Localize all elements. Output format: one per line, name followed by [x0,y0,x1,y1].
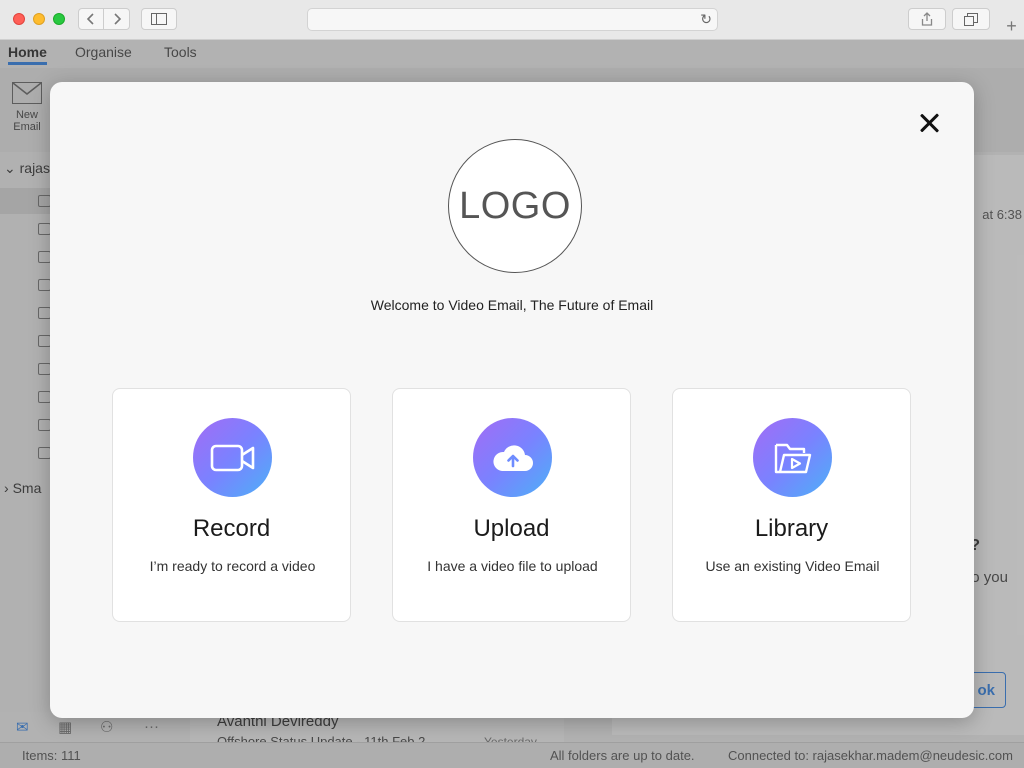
reload-icon[interactable]: ↻ [700,11,712,28]
logo: LOGO [448,139,582,273]
upload-icon-circle [473,418,552,497]
window-minimize-button[interactable] [33,13,45,25]
address-bar[interactable]: ↻ [307,8,718,31]
record-description: I’m ready to record a video [149,558,316,574]
record-icon-circle [193,418,272,497]
folder-video-icon [774,443,811,473]
sidebar-toggle-button[interactable] [141,8,177,30]
record-title: Record [192,515,271,542]
library-description: Use an existing Video Email [705,558,880,574]
back-button[interactable] [78,8,104,30]
share-icon [921,12,933,26]
share-button[interactable] [908,8,946,30]
chevron-right-icon [113,13,121,25]
cloud-upload-icon [492,444,533,471]
video-email-dialog: LOGO Welcome to Video Email, The Future … [50,82,974,718]
upload-title: Upload [473,515,550,542]
browser-toolbar: ↻ + [0,0,1024,40]
tabs-icon [964,12,978,26]
sidebar-icon [151,13,167,25]
window-close-button[interactable] [13,13,25,25]
new-tab-button[interactable]: + [999,14,1024,40]
upload-card[interactable]: Upload I have a video file to upload [392,388,631,622]
window-zoom-button[interactable] [53,13,65,25]
library-icon-circle [753,418,832,497]
chevron-left-icon [86,13,94,25]
forward-button[interactable] [104,8,130,30]
video-camera-icon [210,444,254,471]
close-icon[interactable] [917,110,943,136]
welcome-text: Welcome to Video Email, The Future of Em… [370,297,654,313]
library-title: Library [754,515,829,542]
record-card[interactable]: Record I’m ready to record a video [112,388,351,622]
show-tabs-button[interactable] [952,8,990,30]
upload-description: I have a video file to upload [427,558,598,574]
library-card[interactable]: Library Use an existing Video Email [672,388,911,622]
